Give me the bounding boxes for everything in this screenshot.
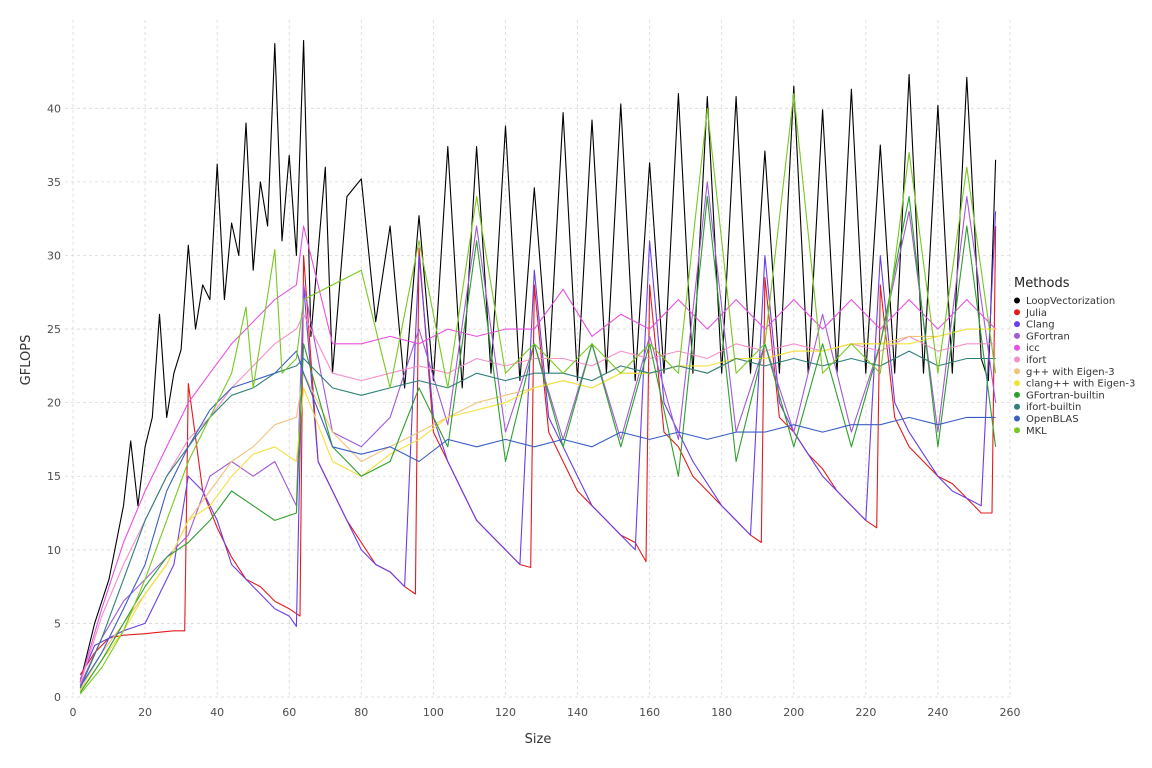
x-tick-label: 80 xyxy=(354,706,368,719)
legend-title: Methods xyxy=(1014,276,1070,291)
x-axis-title: Size xyxy=(525,732,552,747)
y-tick-label: 10 xyxy=(47,544,61,557)
x-tick-label: 140 xyxy=(567,706,588,719)
y-axis-title: GFLOPS xyxy=(19,335,34,386)
legend-label-gfortran-builtin: GFortran-builtin xyxy=(1026,390,1105,401)
legend-label-g-with-eigen-3: g++ with Eigen-3 xyxy=(1026,367,1115,378)
x-tick-label: 60 xyxy=(282,706,296,719)
series-line-gfortran-builtin xyxy=(79,196,997,693)
legend-label-ifort: ifort xyxy=(1026,355,1047,366)
legend-swatch-ifort-builtin xyxy=(1014,403,1020,410)
x-tick-label: 100 xyxy=(423,706,444,719)
legend-label-ifort-builtin: ifort-builtin xyxy=(1026,402,1081,413)
x-tick-label: 40 xyxy=(210,706,224,719)
legend-swatch-loopvectorization xyxy=(1014,297,1020,304)
legend-label-icc: icc xyxy=(1026,343,1040,354)
y-tick-label: 0 xyxy=(54,691,61,704)
legend-label-openblas: OpenBLAS xyxy=(1026,414,1079,425)
series-line-julia xyxy=(79,225,997,676)
x-tick-label: 200 xyxy=(783,706,804,719)
legend-swatch-clang-with-eigen-3 xyxy=(1014,380,1020,387)
y-tick-label: 25 xyxy=(47,323,61,336)
x-tick-label: 160 xyxy=(639,706,660,719)
x-tick-label: 260 xyxy=(1000,706,1021,719)
y-tick-label: 30 xyxy=(47,249,61,262)
legend-swatch-gfortran-builtin xyxy=(1014,391,1020,398)
y-tick-label: 35 xyxy=(47,176,61,189)
y-tick-label: 5 xyxy=(54,617,61,630)
y-tick-label: 40 xyxy=(47,102,61,115)
legend-label-clang-with-eigen-3: clang++ with Eigen-3 xyxy=(1026,379,1135,390)
legend-label-julia: Julia xyxy=(1025,308,1047,319)
legend-swatch-julia xyxy=(1014,309,1020,316)
legend: Methods LoopVectorizationJuliaClangGFort… xyxy=(1014,276,1135,437)
y-tick-label: 20 xyxy=(47,397,61,410)
y-tick-label: 15 xyxy=(47,470,61,483)
legend-label-clang: Clang xyxy=(1026,320,1055,331)
x-tick-label: 120 xyxy=(495,706,516,719)
legend-swatch-g-with-eigen-3 xyxy=(1014,368,1020,375)
x-tick-label: 180 xyxy=(711,706,732,719)
legend-label-gfortran: GFortran xyxy=(1026,331,1070,342)
legend-swatch-icc xyxy=(1014,344,1020,351)
legend-label-mkl: MKL xyxy=(1026,426,1047,437)
x-tick-label: 220 xyxy=(855,706,876,719)
legend-swatch-openblas xyxy=(1014,415,1020,422)
legend-swatch-mkl xyxy=(1014,427,1020,434)
legend-swatch-clang xyxy=(1014,321,1020,328)
legend-swatch-ifort xyxy=(1014,356,1020,363)
x-tick-label: 0 xyxy=(70,706,77,719)
legend-label-loopvectorization: LoopVectorization xyxy=(1026,296,1115,307)
x-tick-label: 240 xyxy=(927,706,948,719)
legend-swatch-gfortran xyxy=(1014,332,1020,339)
gflops-line-chart: 0 20 40 60 80 100 120 140 160 180 200 220 240 260 0 5 10… xyxy=(19,20,1135,747)
legend-items: LoopVectorizationJuliaClangGFortraniccif… xyxy=(1014,296,1135,437)
x-tick-label: 20 xyxy=(138,706,152,719)
